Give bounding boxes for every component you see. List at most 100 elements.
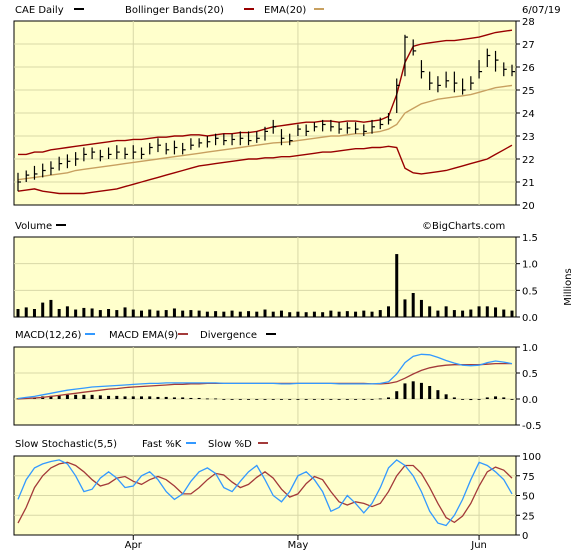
divergence-bar xyxy=(370,399,374,400)
volume-bar xyxy=(98,310,102,317)
volume-bar xyxy=(74,309,78,317)
divergence-bar xyxy=(304,399,308,400)
volume-bar xyxy=(123,307,127,317)
slow-d-legend-swatch xyxy=(258,442,268,444)
divergence-bar xyxy=(164,396,168,399)
volume-bar xyxy=(32,309,36,317)
volume-bar xyxy=(477,306,481,317)
divergence-bar xyxy=(271,399,275,400)
volume-bar xyxy=(247,311,251,317)
volume-bar xyxy=(502,309,506,317)
divergence-bar xyxy=(345,399,349,400)
divergence-bar xyxy=(107,395,111,399)
divergence-bar xyxy=(477,399,481,400)
volume-unit-label: Millions xyxy=(563,268,574,305)
divergence-bar xyxy=(321,399,325,400)
volume-bar xyxy=(436,310,440,317)
divergence-bar xyxy=(90,394,94,399)
volume-bar xyxy=(419,299,423,317)
volume-bar xyxy=(148,309,152,317)
volume-bar xyxy=(222,311,226,317)
divergence-bar xyxy=(156,396,160,399)
divergence-bar xyxy=(469,399,473,401)
slow-d-legend-label: Slow %D xyxy=(208,439,252,450)
stochastic-title: Slow Stochastic(5,5) xyxy=(15,439,117,450)
x-tick-label: Jun xyxy=(470,540,487,551)
divergence-bar xyxy=(148,396,152,399)
divergence-bar xyxy=(115,395,119,399)
volume-bar xyxy=(370,311,374,317)
y-tick-label: 1.5 xyxy=(522,233,538,244)
y-tick-label: 0.0 xyxy=(522,313,538,324)
divergence-bar xyxy=(312,399,316,400)
divergence-bar xyxy=(82,394,86,399)
y-tick-label: 100 xyxy=(522,452,541,463)
y-tick-label: 24 xyxy=(522,109,535,120)
divergence-bar xyxy=(238,399,242,400)
divergence-bar xyxy=(205,398,209,400)
divergence-bar xyxy=(395,391,399,399)
y-tick-label: 50 xyxy=(522,492,535,503)
divergence-bar xyxy=(279,399,283,400)
volume-bar xyxy=(354,311,358,317)
divergence-bar xyxy=(411,381,415,399)
y-tick-label: 0 xyxy=(522,531,528,542)
volume-bar xyxy=(271,311,275,317)
volume-bar xyxy=(255,311,259,317)
divergence-bar xyxy=(428,386,432,399)
volume-bar xyxy=(82,307,86,317)
volume-bar xyxy=(411,293,415,317)
y-tick-label: 26 xyxy=(522,63,535,74)
y-tick-label: 22 xyxy=(522,155,535,166)
volume-bar xyxy=(279,310,283,317)
volume-bar xyxy=(329,310,333,317)
volume-bar xyxy=(378,310,382,317)
volume-bar xyxy=(304,312,308,317)
volume-bar xyxy=(164,310,168,317)
bollinger-legend-swatch xyxy=(244,8,254,10)
volume-bar xyxy=(296,311,300,317)
divergence-bar xyxy=(436,390,440,399)
y-tick-label: 0.0 xyxy=(522,395,538,406)
volume-bar xyxy=(230,310,234,317)
volume-bar xyxy=(156,310,160,317)
divergence-bar xyxy=(444,394,448,399)
volume-bar xyxy=(131,309,135,317)
ema-legend-swatch xyxy=(314,8,324,10)
x-tick-label: May xyxy=(288,540,309,551)
macd-legend-swatch xyxy=(85,333,95,335)
y-tick-label: 23 xyxy=(522,132,535,143)
chart-date: 6/07/19 xyxy=(522,5,561,16)
volume-bar xyxy=(337,311,341,317)
divergence-bar xyxy=(131,396,135,399)
stock-chart: 202122232425262728 0.00.51.01.5 -0.50.00… xyxy=(13,5,574,551)
macd-y-axis: -0.5 0.0 0.5 1.0 xyxy=(516,343,542,432)
volume-bar xyxy=(444,306,448,317)
y-tick-label: 0.5 xyxy=(522,286,538,297)
volume-bar xyxy=(65,306,69,317)
y-tick-label: 25 xyxy=(522,511,535,522)
divergence-bar xyxy=(288,399,292,400)
fast-k-legend-label: Fast %K xyxy=(142,439,182,450)
volume-bar xyxy=(115,310,119,317)
divergence-bar xyxy=(263,399,267,400)
divergence-bar xyxy=(485,397,489,399)
y-tick-label: 20 xyxy=(522,201,535,212)
volume-bar xyxy=(510,310,514,317)
divergence-bar xyxy=(494,396,498,399)
bollinger-legend-label: Bollinger Bands(20) xyxy=(125,5,224,16)
divergence-bar xyxy=(214,398,218,400)
divergence-bar xyxy=(419,382,423,399)
volume-bar xyxy=(238,311,242,317)
macd-ema-legend-label: MACD EMA(9) xyxy=(109,330,178,341)
volume-bar xyxy=(345,311,349,317)
divergence-bar xyxy=(74,394,78,399)
volume-bar xyxy=(197,310,201,317)
divergence-bar xyxy=(502,397,506,399)
volume-bar xyxy=(288,312,292,317)
macd-legend-label: MACD(12,26) xyxy=(15,330,82,341)
x-tick-label: Apr xyxy=(125,540,143,551)
volume-bar xyxy=(189,310,193,317)
divergence-bar xyxy=(222,399,226,400)
volume-bar xyxy=(24,307,28,317)
